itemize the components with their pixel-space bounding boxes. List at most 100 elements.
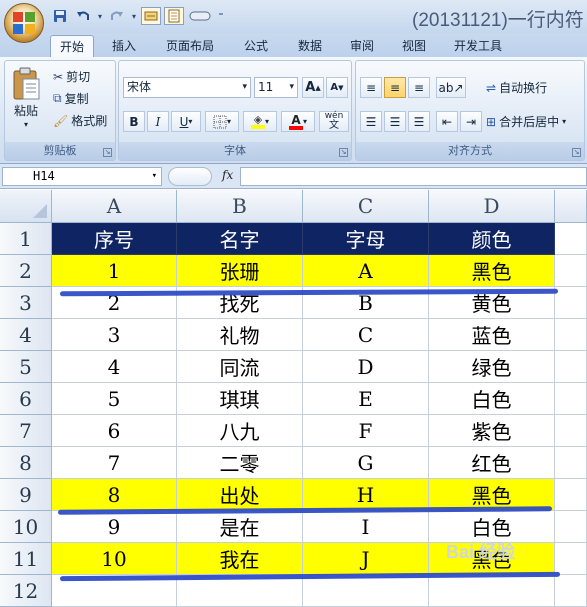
phonetic-button[interactable]: wén 文 — [319, 111, 349, 132]
format-painter-button[interactable]: 🖌 格式刷 — [53, 112, 107, 129]
empty-cell[interactable] — [555, 415, 587, 447]
font-name-combobox[interactable]: 宋体 ▾ — [123, 77, 251, 98]
tab-review[interactable]: 审阅 — [342, 35, 382, 57]
table-cell[interactable]: 1 — [52, 255, 177, 287]
wrap-text-button[interactable]: ⇌ 自动换行 — [486, 79, 547, 96]
name-box[interactable]: H14 ▾ — [2, 167, 162, 186]
header-cell[interactable]: 字母 — [303, 223, 429, 255]
bold-button[interactable]: B — [123, 111, 145, 132]
empty-cell[interactable] — [555, 511, 587, 543]
column-header-c[interactable]: C — [303, 190, 429, 223]
save-icon[interactable] — [50, 7, 70, 25]
table-cell[interactable]: 蓝色 — [429, 319, 555, 351]
copy-button[interactable]: ⧉ 复制 — [53, 90, 89, 107]
align-bottom-button[interactable]: ≡ — [408, 77, 430, 98]
table-cell[interactable]: 6 — [52, 415, 177, 447]
table-cell[interactable]: D — [303, 351, 429, 383]
dialog-launcher-icon[interactable]: ↘ — [339, 148, 348, 157]
table-cell[interactable]: 绿色 — [429, 351, 555, 383]
font-size-combobox[interactable]: 11 ▾ — [254, 77, 298, 98]
table-cell[interactable]: C — [303, 319, 429, 351]
merge-center-button[interactable]: ⊞ 合并后居中 ▾ — [486, 113, 566, 130]
cut-button[interactable]: ✂ 剪切 — [53, 68, 90, 85]
table-cell[interactable]: 二零 — [177, 447, 303, 479]
table-cell[interactable]: I — [303, 511, 429, 543]
empty-cell[interactable] — [555, 543, 587, 575]
tab-data[interactable]: 数据 — [290, 35, 330, 57]
header-cell[interactable]: 序号 — [52, 223, 177, 255]
table-cell[interactable]: E — [303, 383, 429, 415]
empty-cell[interactable] — [555, 287, 587, 319]
row-header[interactable]: 11 — [0, 543, 52, 575]
table-cell[interactable]: 10 — [52, 543, 177, 575]
shrink-font-button[interactable]: A ▼ — [326, 77, 348, 98]
row-header[interactable]: 2 — [0, 255, 52, 287]
orientation-button[interactable]: ab↗ — [436, 77, 466, 98]
row-header[interactable]: 1 — [0, 223, 52, 255]
column-header-a[interactable]: A — [52, 190, 177, 223]
table-cell[interactable]: 张珊 — [177, 255, 303, 287]
row-header[interactable]: 12 — [0, 575, 52, 607]
tab-insert[interactable]: 插入 — [104, 35, 144, 57]
table-cell[interactable]: 礼物 — [177, 319, 303, 351]
align-left-button[interactable]: ☰ — [360, 111, 382, 132]
empty-cell[interactable] — [555, 447, 587, 479]
row-header[interactable]: 4 — [0, 319, 52, 351]
table-cell[interactable]: 我在 — [177, 543, 303, 575]
table-cell[interactable]: 红色 — [429, 447, 555, 479]
shape-icon[interactable] — [187, 7, 213, 25]
table-cell[interactable]: 9 — [52, 511, 177, 543]
table-cell[interactable]: J — [303, 543, 429, 575]
dropdown-icon[interactable]: ▾ — [130, 7, 138, 25]
row-header[interactable]: 6 — [0, 383, 52, 415]
empty-cell[interactable] — [555, 319, 587, 351]
empty-cell[interactable] — [555, 575, 587, 607]
undo-icon[interactable] — [73, 7, 93, 25]
underline-button[interactable]: U ▾ — [171, 111, 201, 132]
column-header-b[interactable]: B — [177, 190, 303, 223]
form-icon[interactable] — [141, 7, 161, 25]
tab-view[interactable]: 视图 — [394, 35, 434, 57]
row-header[interactable]: 10 — [0, 511, 52, 543]
increase-indent-button[interactable]: ⇥ — [460, 111, 482, 132]
office-button[interactable] — [4, 3, 44, 43]
align-top-button[interactable]: ≡ — [360, 77, 382, 98]
dialog-launcher-icon[interactable]: ↘ — [572, 148, 581, 157]
empty-cell[interactable] — [555, 351, 587, 383]
header-cell[interactable]: 名字 — [177, 223, 303, 255]
empty-cell[interactable] — [555, 479, 587, 511]
table-cell[interactable]: F — [303, 415, 429, 447]
row-header[interactable]: 7 — [0, 415, 52, 447]
customize-icon[interactable]: ⁼ — [216, 7, 226, 25]
table-cell[interactable]: H — [303, 479, 429, 511]
table-cell[interactable]: 4 — [52, 351, 177, 383]
column-header-d[interactable]: D — [429, 190, 555, 223]
header-cell[interactable]: 颜色 — [429, 223, 555, 255]
formula-bar-separator[interactable] — [168, 167, 212, 186]
table-cell[interactable]: A — [303, 255, 429, 287]
layout-icon[interactable] — [164, 7, 184, 25]
table-cell[interactable]: 7 — [52, 447, 177, 479]
table-cell[interactable]: 琪琪 — [177, 383, 303, 415]
formula-input[interactable] — [240, 167, 587, 186]
row-header[interactable]: 9 — [0, 479, 52, 511]
align-center-button[interactable]: ☰ — [384, 111, 406, 132]
empty-cell[interactable] — [555, 255, 587, 287]
redo-icon[interactable] — [107, 7, 127, 25]
table-cell[interactable]: 5 — [52, 383, 177, 415]
table-cell[interactable]: 3 — [52, 319, 177, 351]
table-cell[interactable]: 是在 — [177, 511, 303, 543]
grow-font-button[interactable]: A ▲ — [302, 77, 324, 98]
empty-cell[interactable] — [303, 575, 429, 607]
row-header[interactable]: 8 — [0, 447, 52, 479]
tab-developer[interactable]: 开发工具 — [446, 35, 510, 57]
tab-page-layout[interactable]: 页面布局 — [158, 35, 222, 57]
table-cell[interactable]: 紫色 — [429, 415, 555, 447]
table-cell[interactable]: 黑色 — [429, 255, 555, 287]
tab-home[interactable]: 开始 — [50, 35, 94, 57]
decrease-indent-button[interactable]: ⇤ — [436, 111, 458, 132]
borders-button[interactable]: ▾ — [205, 111, 239, 132]
table-cell[interactable]: 八九 — [177, 415, 303, 447]
table-cell[interactable]: 白色 — [429, 383, 555, 415]
table-cell[interactable]: G — [303, 447, 429, 479]
